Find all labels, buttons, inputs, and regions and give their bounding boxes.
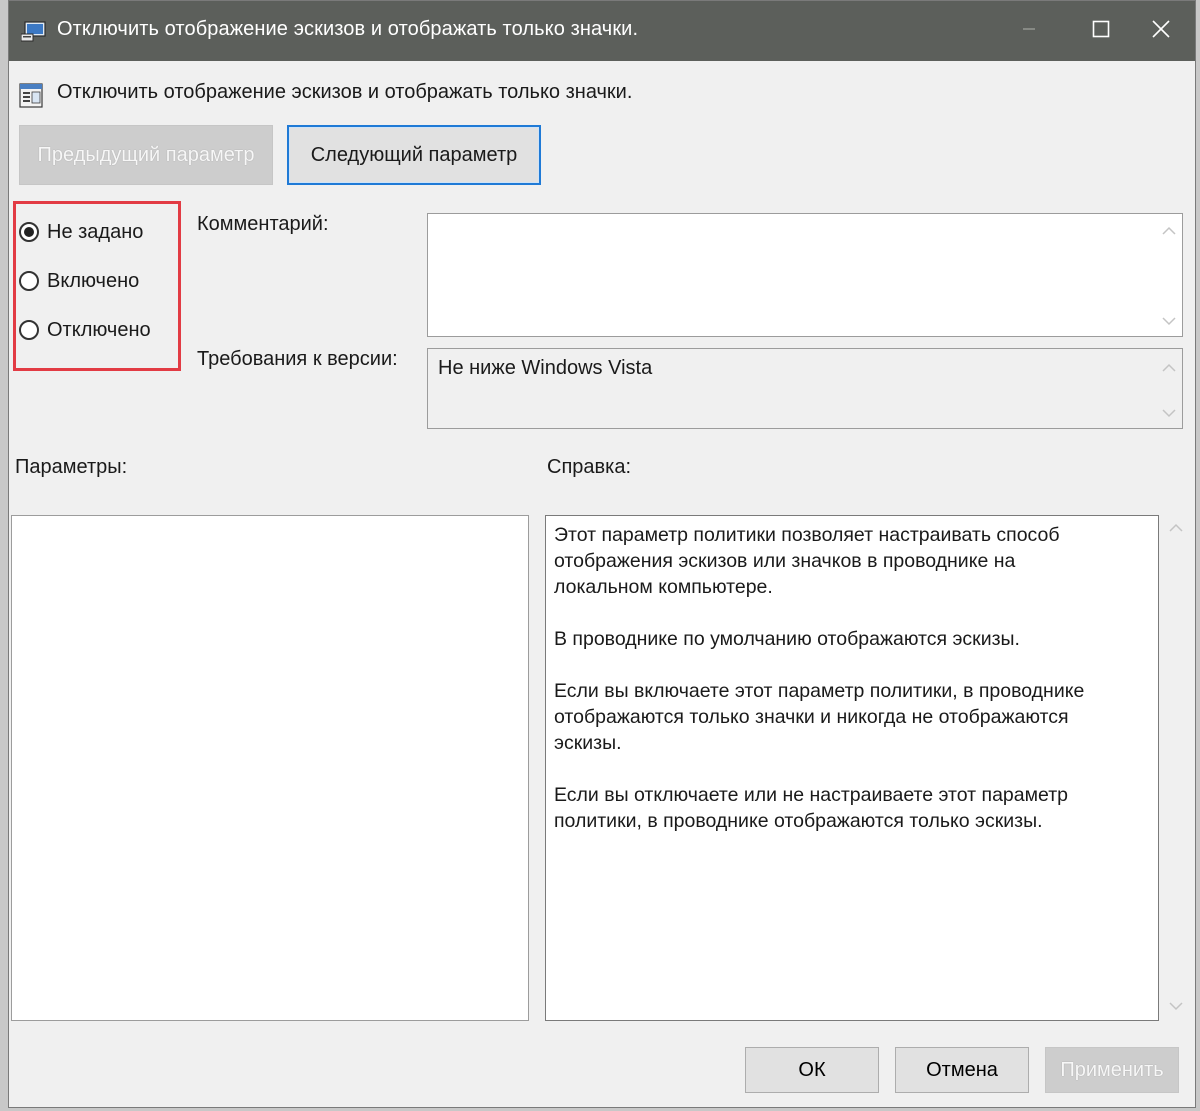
scroll-up-icon[interactable] (1162, 363, 1176, 373)
help-paragraph: Этот параметр политики позволяет настраи… (554, 524, 1060, 598)
close-button[interactable] (1125, 1, 1197, 61)
help-paragraph: В проводнике по умолчанию отображаются э… (554, 628, 1020, 650)
help-label: Справка: (547, 456, 632, 478)
apply-button[interactable]: Применить (1045, 1047, 1179, 1093)
help-scroll-down-icon[interactable] (1169, 1001, 1183, 1011)
radio-enabled[interactable]: Включено (19, 267, 139, 295)
options-panel (11, 515, 529, 1021)
radio-selected-dot (24, 227, 34, 237)
version-requirements-field: Не ниже Windows Vista (427, 348, 1183, 429)
radio-not-configured[interactable]: Не задано (19, 218, 143, 246)
previous-setting-button[interactable]: Предыдущий параметр (19, 125, 273, 185)
version-requirements-label: Требования к версии: (197, 348, 398, 370)
radio-label-not-configured: Не задано (47, 220, 144, 243)
radio-button[interactable] (19, 320, 39, 340)
help-paragraph: Если вы включаете этот параметр политики… (554, 680, 1085, 754)
maximize-icon (1092, 20, 1110, 43)
minimize-button[interactable] (993, 1, 1065, 61)
help-text: Этот параметр политики позволяет настраи… (554, 522, 1146, 860)
scroll-down-icon[interactable] (1162, 408, 1176, 418)
radio-button[interactable] (19, 271, 39, 291)
minimize-icon (1022, 22, 1036, 41)
help-paragraph: Если вы отключаете или не настраиваете э… (554, 784, 1068, 832)
policy-settings-icon (19, 81, 45, 109)
radio-disabled[interactable]: Отключено (19, 316, 151, 344)
ok-button[interactable]: ОК (745, 1047, 879, 1093)
scroll-up-icon[interactable] (1162, 226, 1176, 236)
scroll-down-icon[interactable] (1162, 316, 1176, 326)
cancel-button[interactable]: Отмена (895, 1047, 1029, 1093)
help-scroll-up-icon[interactable] (1169, 523, 1183, 533)
policy-window-icon (20, 20, 47, 42)
window-title: Отключить отображение эскизов и отобража… (57, 18, 639, 40)
radio-label-disabled: Отключено (47, 318, 151, 341)
comment-textarea[interactable] (427, 213, 1183, 337)
comment-label: Комментарий: (197, 213, 329, 235)
next-setting-button[interactable]: Следующий параметр (287, 125, 541, 185)
close-icon (1152, 19, 1170, 43)
version-requirements-value: Не ниже Windows Vista (438, 357, 653, 379)
policy-title: Отключить отображение эскизов и отобража… (57, 81, 633, 103)
title-bar[interactable]: Отключить отображение эскизов и отобража… (9, 1, 1195, 61)
radio-button-selected[interactable] (19, 222, 39, 242)
options-label: Параметры: (15, 456, 128, 478)
policy-dialog-window: Отключить отображение эскизов и отобража… (8, 0, 1196, 1108)
radio-label-enabled: Включено (47, 269, 140, 292)
help-panel: Этот параметр политики позволяет настраи… (545, 515, 1159, 1021)
